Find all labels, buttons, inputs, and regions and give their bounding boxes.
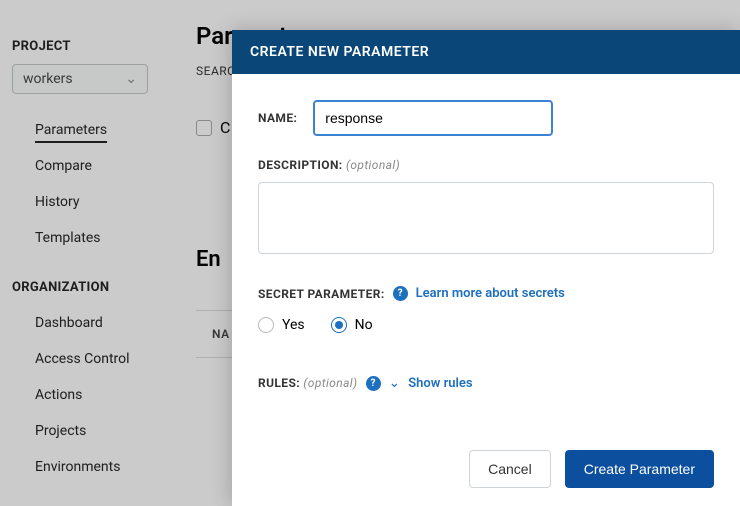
create-parameter-modal: CREATE NEW PARAMETER NAME: DESCRIPTION: … xyxy=(232,30,740,506)
radio-icon xyxy=(331,317,347,333)
show-rules-link[interactable]: Show rules xyxy=(408,376,472,391)
radio-icon xyxy=(258,317,274,333)
secret-radio-yes[interactable]: Yes xyxy=(258,317,305,333)
help-icon[interactable]: ? xyxy=(393,286,408,301)
name-field-label: NAME: xyxy=(258,111,297,125)
help-icon[interactable]: ? xyxy=(366,376,381,391)
name-input[interactable] xyxy=(313,100,553,136)
create-parameter-button[interactable]: Create Parameter xyxy=(565,450,714,488)
rules-field-label: RULES: (optional) xyxy=(258,376,358,390)
cancel-button[interactable]: Cancel xyxy=(469,450,551,488)
description-input[interactable] xyxy=(258,182,714,254)
secret-radio-no[interactable]: No xyxy=(331,317,373,333)
modal-title: CREATE NEW PARAMETER xyxy=(232,30,740,74)
chevron-down-icon: ⌄ xyxy=(389,375,401,391)
secret-field-label: SECRET PARAMETER: xyxy=(258,287,385,301)
description-field-label: DESCRIPTION: (optional) xyxy=(258,158,714,172)
learn-more-link[interactable]: Learn more about secrets xyxy=(416,286,565,301)
